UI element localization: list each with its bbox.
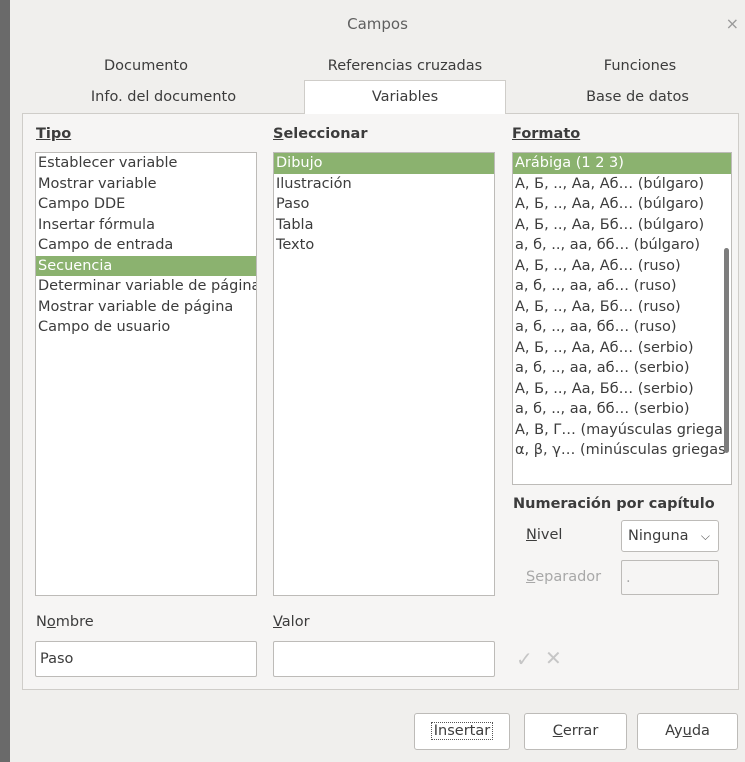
formato-list-item[interactable]: Arábiga (1 2 3) <box>513 153 731 174</box>
formato-list-item[interactable]: А, Б, .., Аа, Аб… (ruso) <box>513 256 731 277</box>
separador-label: Separador <box>526 569 602 585</box>
insertar-button[interactable]: Insertar <box>414 713 510 750</box>
tipo-list-item[interactable]: Determinar variable de página <box>36 276 256 297</box>
tipo-list-item[interactable]: Campo de usuario <box>36 317 256 338</box>
formato-list-item[interactable]: а, б, .., аа, аб… (serbio) <box>513 358 731 379</box>
tipo-list-item[interactable]: Establecer variable <box>36 153 256 174</box>
formato-list-item[interactable]: а, б, .., аа, аб… (ruso) <box>513 276 731 297</box>
formato-list-item[interactable]: а, б, .., аа, бб… (ruso) <box>513 317 731 338</box>
nivel-select[interactable]: Ninguna ⌵ <box>621 520 719 552</box>
numeracion-heading: Numeración por capítulo <box>513 496 715 512</box>
dialog-title: Campos <box>347 15 408 33</box>
seleccionar-listbox[interactable]: Dibujo Ilustración Paso Tabla Texto <box>273 152 495 596</box>
valor-label: Valor <box>273 614 310 630</box>
title-bar: Campos × <box>10 0 745 48</box>
formato-list-item[interactable]: а, б, .., аа, бб… (serbio) <box>513 399 731 420</box>
formato-listbox[interactable]: Arábiga (1 2 3) А, Б, .., Аа, Аб… (búlgar… <box>512 152 732 485</box>
separador-field[interactable]: . <box>621 560 719 595</box>
tab-documento[interactable]: Documento <box>66 50 226 83</box>
tipo-listbox[interactable]: Establecer variable Mostrar variable Campo… <box>35 152 257 596</box>
tipo-list-item[interactable]: Campo de entrada <box>36 235 256 256</box>
tab-variables[interactable]: Variables <box>304 80 506 114</box>
formato-list-item[interactable]: А, Б, .., Аа, Бб… (ruso) <box>513 297 731 318</box>
formato-list-item[interactable]: α, β, γ… (minúsculas griegas <box>513 440 731 461</box>
formato-list-item[interactable]: А, Б, .., Аа, Аб… (búlgaro) <box>513 174 731 195</box>
tipo-list-item[interactable]: Insertar fórmula <box>36 215 256 236</box>
nombre-input[interactable]: Paso <box>35 641 257 677</box>
seleccionar-list-item[interactable]: Paso <box>274 194 494 215</box>
nombre-label: Nombre <box>36 614 94 630</box>
x-icon[interactable]: ✕ <box>545 646 562 670</box>
insertar-button-label: Insertar <box>430 722 494 740</box>
formato-list-item[interactable]: А, Б, .., Аа, Аб… (serbio) <box>513 338 731 359</box>
seleccionar-list-item[interactable]: Dibujo <box>274 153 494 174</box>
formato-list-item[interactable]: а, б, .., аа, бб… (búlgaro) <box>513 235 731 256</box>
valor-input[interactable] <box>273 641 495 677</box>
tab-info-documento[interactable]: Info. del documento <box>66 81 261 114</box>
seleccionar-list-item[interactable]: Texto <box>274 235 494 256</box>
nivel-value: Ninguna <box>628 528 689 544</box>
tipo-list-item[interactable]: Secuencia <box>36 255 256 276</box>
campos-dialog: Campos × Documento Referencias cruzadas … <box>10 0 745 762</box>
tipo-heading: Tipo <box>36 126 72 142</box>
formato-heading: Formato <box>512 126 581 142</box>
tipo-list-item[interactable]: Mostrar variable de página <box>36 297 256 318</box>
tipo-list-item[interactable]: Mostrar variable <box>36 174 256 195</box>
seleccionar-heading: Seleccionar <box>273 126 368 142</box>
tab-base-de-datos[interactable]: Base de datos <box>555 81 720 114</box>
formato-list-item[interactable]: А, Б, .., Аа, Бб… (serbio) <box>513 379 731 400</box>
chevron-down-icon: ⌵ <box>700 529 710 543</box>
formato-scrollbar[interactable] <box>724 248 729 453</box>
cerrar-button[interactable]: Cerrar <box>524 713 627 750</box>
seleccionar-list-item[interactable]: Ilustración <box>274 174 494 195</box>
formato-list-item[interactable]: А, Б, .., Аа, Бб… (búlgaro) <box>513 215 731 236</box>
tipo-list-item[interactable]: Campo DDE <box>36 194 256 215</box>
nivel-label: Nivel <box>526 527 563 543</box>
check-icon[interactable]: ✓ <box>516 647 533 671</box>
ayuda-button[interactable]: Ayuda <box>637 713 738 750</box>
tab-referencias-cruzadas[interactable]: Referencias cruzadas <box>305 50 505 83</box>
seleccionar-list-item[interactable]: Tabla <box>274 215 494 236</box>
formato-list-item[interactable]: А, Б, .., Аа, Аб… (búlgaro) <box>513 194 731 215</box>
close-icon[interactable]: × <box>726 0 739 48</box>
tab-funciones[interactable]: Funciones <box>570 50 710 83</box>
formato-list-item[interactable]: Α, Β, Γ… (mayúsculas griega <box>513 420 731 441</box>
